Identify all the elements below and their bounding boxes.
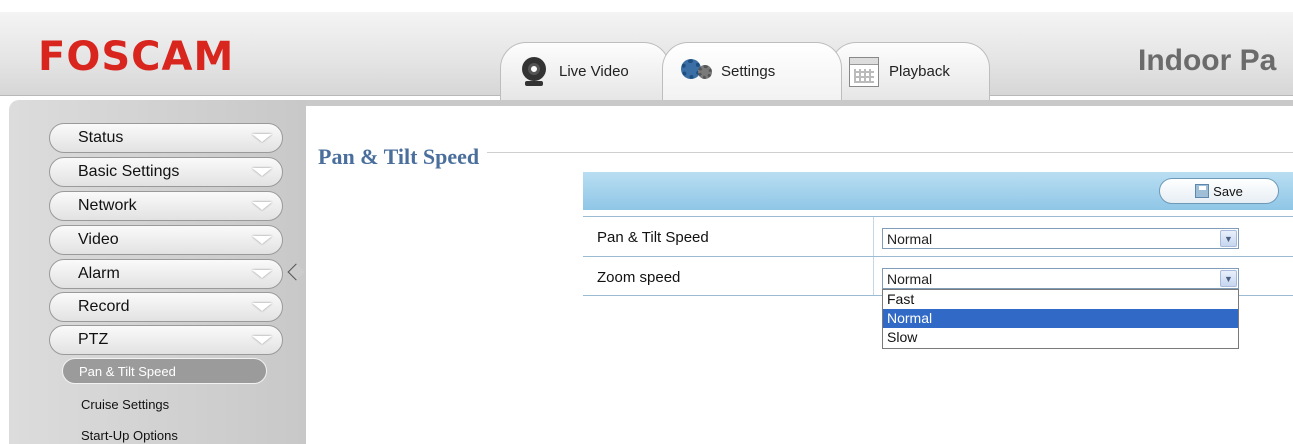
column-divider [873,217,874,256]
floppy-disk-icon [1195,184,1210,198]
zoom-speed-select[interactable]: Normal ▼ [882,268,1239,289]
zoom-speed-dropdown-list: Fast Normal Slow [882,289,1239,349]
sidebar-item-alarm[interactable]: Alarm [49,259,283,289]
sidebar-subitem-start-up-options[interactable]: Start-Up Options [81,428,178,443]
chevron-down-icon [252,134,272,142]
dropdown-option-normal[interactable]: Normal [883,309,1238,328]
tab-label: Live Video [559,63,629,80]
chevron-down-icon [252,303,272,311]
sidebar-item-label: Record [78,298,130,315]
tab-playback[interactable]: Playback [830,42,990,100]
gear-icon [681,57,712,87]
sidebar: Status Basic Settings Network Video Alar… [9,100,306,444]
sidebar-subitem-cruise-settings[interactable]: Cruise Settings [81,397,169,412]
foscam-logo: FOSCAM [38,34,235,80]
sidebar-item-label: Video [78,231,119,248]
sidebar-item-video[interactable]: Video [49,225,283,255]
sidebar-item-label: Basic Settings [78,163,180,180]
app-header: FOSCAM Live Video Settings Playback Indo… [0,12,1293,100]
chevron-down-icon[interactable]: ▼ [1220,270,1237,287]
chevron-down-icon [252,236,272,244]
field-label: Pan & Tilt Speed [597,229,709,246]
sidebar-item-label: Alarm [78,265,120,282]
save-button[interactable]: Save [1159,178,1279,204]
sidebar-item-ptz[interactable]: PTZ [49,325,283,355]
sidebar-item-network[interactable]: Network [49,191,283,221]
chevron-down-icon [252,168,272,176]
sidebar-item-label: Status [78,129,124,146]
dropdown-option-slow[interactable]: Slow [883,328,1238,347]
tab-settings[interactable]: Settings [662,42,842,100]
page-heading: Indoor Pa [1138,44,1277,77]
select-value: Normal [887,270,933,287]
sidebar-item-record[interactable]: Record [49,292,283,322]
sidebar-item-status[interactable]: Status [49,123,283,153]
page-title: Pan & Tilt Speed [318,144,488,170]
sidebar-item-label: PTZ [78,331,109,348]
save-button-label: Save [1213,183,1243,199]
chevron-down-icon [252,270,272,278]
tab-label: Playback [889,63,950,80]
content-top-divider [306,100,1293,106]
sidebar-item-label: Network [78,197,137,214]
field-label: Zoom speed [597,269,681,286]
column-divider [873,257,874,295]
form-row-pan-tilt-speed: Pan & Tilt Speed Normal ▼ [583,216,1293,256]
select-value: Normal [887,230,933,247]
tab-label: Settings [721,63,776,80]
chevron-down-icon [252,202,272,210]
pan-tilt-speed-select[interactable]: Normal ▼ [882,228,1239,249]
dropdown-option-fast[interactable]: Fast [883,290,1238,309]
webcam-icon [519,56,549,87]
sidebar-subitem-pan-tilt-speed[interactable]: Pan & Tilt Speed [62,358,267,384]
tab-live-video[interactable]: Live Video [500,42,670,100]
calendar-icon [849,56,879,87]
chevron-down-icon [252,336,272,344]
chevron-down-icon[interactable]: ▼ [1220,230,1237,247]
form-toolbar: Save [583,172,1293,210]
sidebar-item-basic-settings[interactable]: Basic Settings [49,157,283,187]
